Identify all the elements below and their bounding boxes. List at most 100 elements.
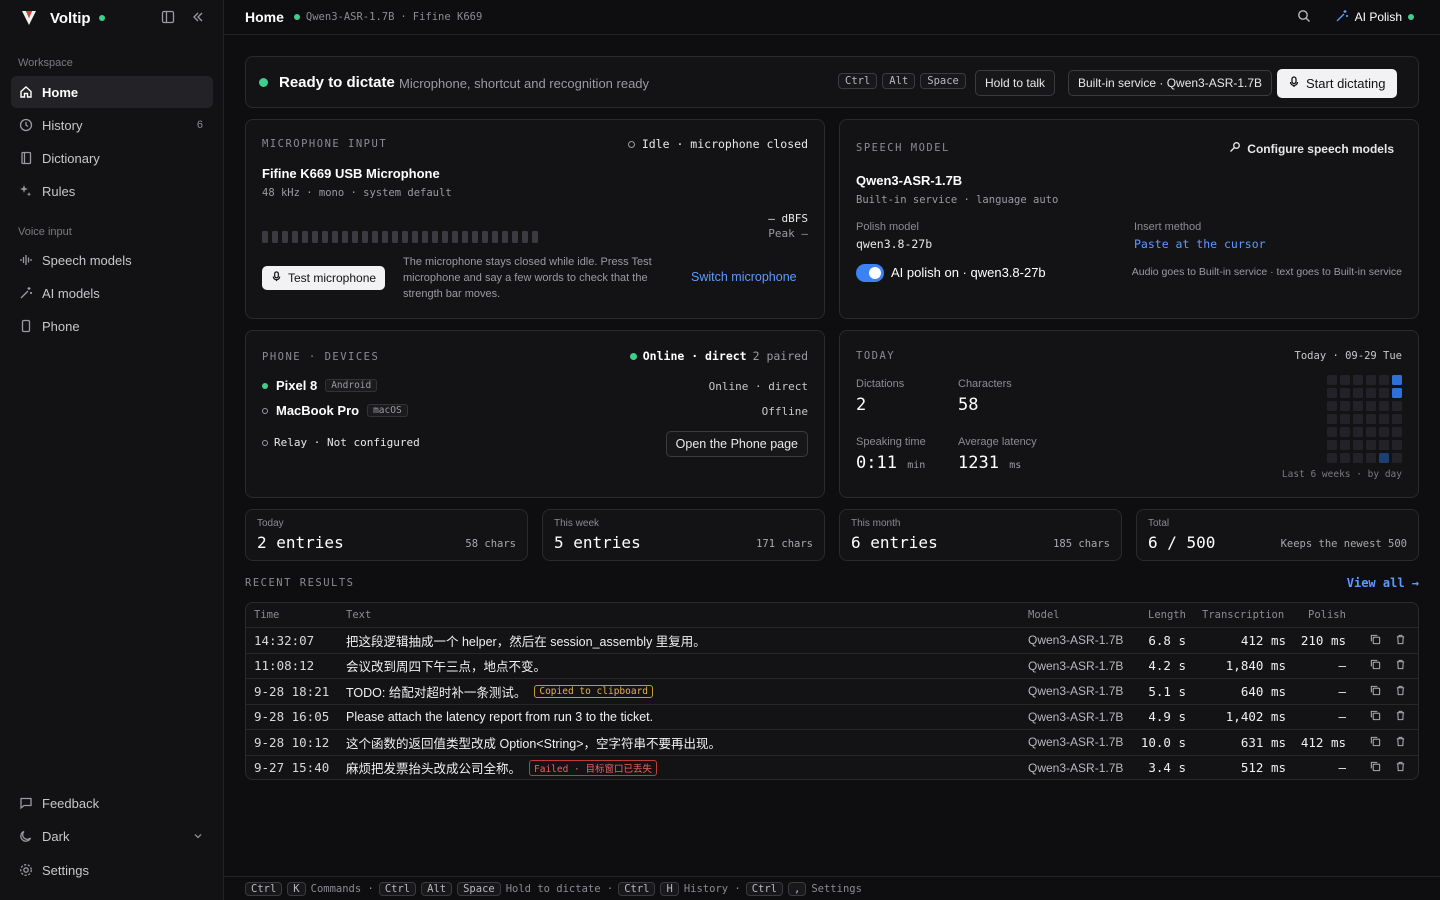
copy-icon[interactable] (1370, 684, 1381, 699)
relay-text: Relay · Not configured (274, 436, 420, 449)
table-row[interactable]: 9-28 18:21 TODO: 给配对超时补一条测试。 Copied to cli… (246, 678, 1418, 704)
theme-label: Dark (42, 828, 70, 844)
ai-polish-indicator[interactable]: AI Polish (1335, 9, 1414, 26)
heatmap-cell (1366, 440, 1376, 450)
sidebar-item-rules[interactable]: Rules (11, 175, 213, 207)
trash-icon[interactable] (1395, 633, 1406, 648)
configure-label: Configure speech models (1247, 141, 1394, 156)
stat-card-total: Total 6 / 500 Keeps the newest 500 (1136, 509, 1419, 561)
configure-speech-models-link[interactable]: Configure speech models (1229, 141, 1394, 156)
sidebar-item-history[interactable]: History 6 (11, 109, 213, 141)
device-status: Offline (761, 405, 808, 418)
latency-value: 1231 ms (958, 453, 1021, 473)
trash-icon[interactable] (1395, 684, 1406, 699)
meter-segment (342, 231, 348, 243)
sidebar-item-dictionary[interactable]: Dictionary (11, 142, 213, 174)
mic-level-meter (262, 231, 538, 243)
column-header: Text (346, 609, 372, 621)
open-phone-page-button[interactable]: Open the Phone page (665, 431, 808, 457)
sidebar-item-settings[interactable]: Settings (11, 854, 213, 886)
peak-readout: Peak — (768, 227, 808, 240)
header-mic: Fifine K669 (412, 11, 483, 23)
insert-method-value[interactable]: Paste at the cursor (1134, 237, 1266, 251)
chevron-down-icon (193, 829, 203, 844)
ai-polish-toggle[interactable] (856, 264, 884, 282)
row-transcription-time: 640 ms (1240, 683, 1286, 699)
copy-icon[interactable] (1370, 658, 1381, 673)
device-row[interactable]: MacBook Pro macOS (262, 403, 408, 418)
panel-toggle-icon[interactable] (161, 10, 175, 24)
latency-label: Average latency (958, 436, 1037, 448)
status-dot (98, 15, 105, 21)
sidebar-item-home[interactable]: Home (11, 76, 213, 108)
meter-segment (432, 231, 438, 243)
row-actions (1370, 709, 1406, 724)
meter-segment (372, 231, 378, 243)
table-row[interactable]: 9-28 10:12 这个函数的返回值类型改成 Option<String>，空字… (246, 729, 1418, 755)
hold-to-talk-button[interactable]: Hold to talk (975, 70, 1056, 96)
latency-unit: ms (1009, 460, 1022, 471)
service-selector-button[interactable]: Built-in service · Qwen3-ASR-1.7B (1068, 70, 1273, 96)
ai-polish-dot (1408, 14, 1414, 20)
column-header: Length (1148, 609, 1186, 621)
table-header: Time Text Model Length Transcription Pol… (246, 603, 1418, 627)
kbd-key: H (660, 881, 679, 896)
column-header: Transcription (1202, 609, 1285, 621)
meter-segment (532, 231, 538, 243)
meter-segment (362, 231, 368, 243)
meter-segment (302, 231, 308, 243)
dictations-label: Dictations (856, 378, 905, 390)
meter-segment (292, 231, 298, 243)
speaking-time-label: Speaking time (856, 436, 926, 448)
search-icon[interactable] (1297, 9, 1311, 26)
row-polish-time: — (1338, 760, 1346, 776)
recent-results-table: Time Text Model Length Transcription Pol… (245, 602, 1419, 780)
sidebar: Voltip Workspace Home History 6 Dictiona… (0, 0, 224, 900)
wand-icon (19, 286, 33, 300)
top-header: Home Qwen3-ASR-1.7B · Fifine K669 AI Pol… (224, 0, 1440, 35)
sidebar-item-ai-models[interactable]: AI models (11, 277, 213, 309)
app-name: Voltip (50, 9, 91, 27)
row-actions (1370, 658, 1406, 673)
start-dictating-button[interactable]: Start dictating (1277, 69, 1397, 98)
section-title: TODAY (856, 350, 896, 362)
idle-dot (627, 140, 635, 148)
trash-icon[interactable] (1395, 709, 1406, 724)
sidebar-item-speech-models[interactable]: Speech models (11, 244, 213, 276)
row-length: 6.8 s (1148, 632, 1186, 648)
copy-icon[interactable] (1370, 709, 1381, 724)
wand-icon (1335, 9, 1349, 26)
trash-icon[interactable] (1395, 760, 1406, 775)
speaking-time-value: 0:11 min (856, 453, 925, 473)
table-row[interactable]: 14:32:07 把这段逻辑抽成一个 helper，然后在 session_ass… (246, 627, 1418, 653)
table-row[interactable]: 9-28 16:05 Please attach the latency repo… (246, 703, 1418, 730)
sidebar-item-feedback[interactable]: Feedback (11, 787, 213, 819)
trash-icon[interactable] (1395, 735, 1406, 750)
online-dot (629, 352, 637, 360)
table-row[interactable]: 9-27 15:40 麻烦把发票抬头改成公司全称。 Failed · 目标窗口已丢失… (246, 754, 1418, 781)
table-row[interactable]: 11:08:12 会议改到周四下午三点，地点不变。 Qwen3-ASR-1.7B 4.… (246, 652, 1418, 679)
row-polish-time: — (1338, 709, 1346, 725)
view-all-link[interactable]: View all → (1347, 576, 1419, 590)
sidebar-item-label: AI models (42, 285, 100, 301)
switch-microphone-link[interactable]: Switch microphone (691, 270, 797, 284)
sidebar-item-label: Rules (42, 183, 76, 199)
header-model: Qwen3-ASR-1.7B (305, 11, 395, 23)
shortcut-label: Commands · (310, 882, 374, 895)
heatmap-cell (1327, 440, 1337, 450)
trash-icon[interactable] (1395, 658, 1406, 673)
kbd-key: Ctrl (378, 881, 417, 896)
row-text-content: TODO: 给配对超时补一条测试。 (346, 685, 527, 700)
waveform-icon (19, 253, 33, 267)
heatmap-cell (1340, 453, 1350, 463)
copy-icon[interactable] (1370, 760, 1381, 775)
collapse-sidebar-icon[interactable] (191, 10, 205, 24)
sidebar-item-phone[interactable]: Phone (11, 310, 213, 342)
theme-selector[interactable]: Dark (11, 820, 213, 852)
heatmap-cell (1379, 427, 1389, 437)
copy-icon[interactable] (1370, 735, 1381, 750)
copy-icon[interactable] (1370, 633, 1381, 648)
test-microphone-button[interactable]: Test microphone (262, 266, 386, 290)
device-row[interactable]: Pixel 8 Android (262, 378, 378, 393)
row-text: 麻烦把发票抬头改成公司全称。 Failed · 目标窗口已丢失 (346, 758, 657, 777)
